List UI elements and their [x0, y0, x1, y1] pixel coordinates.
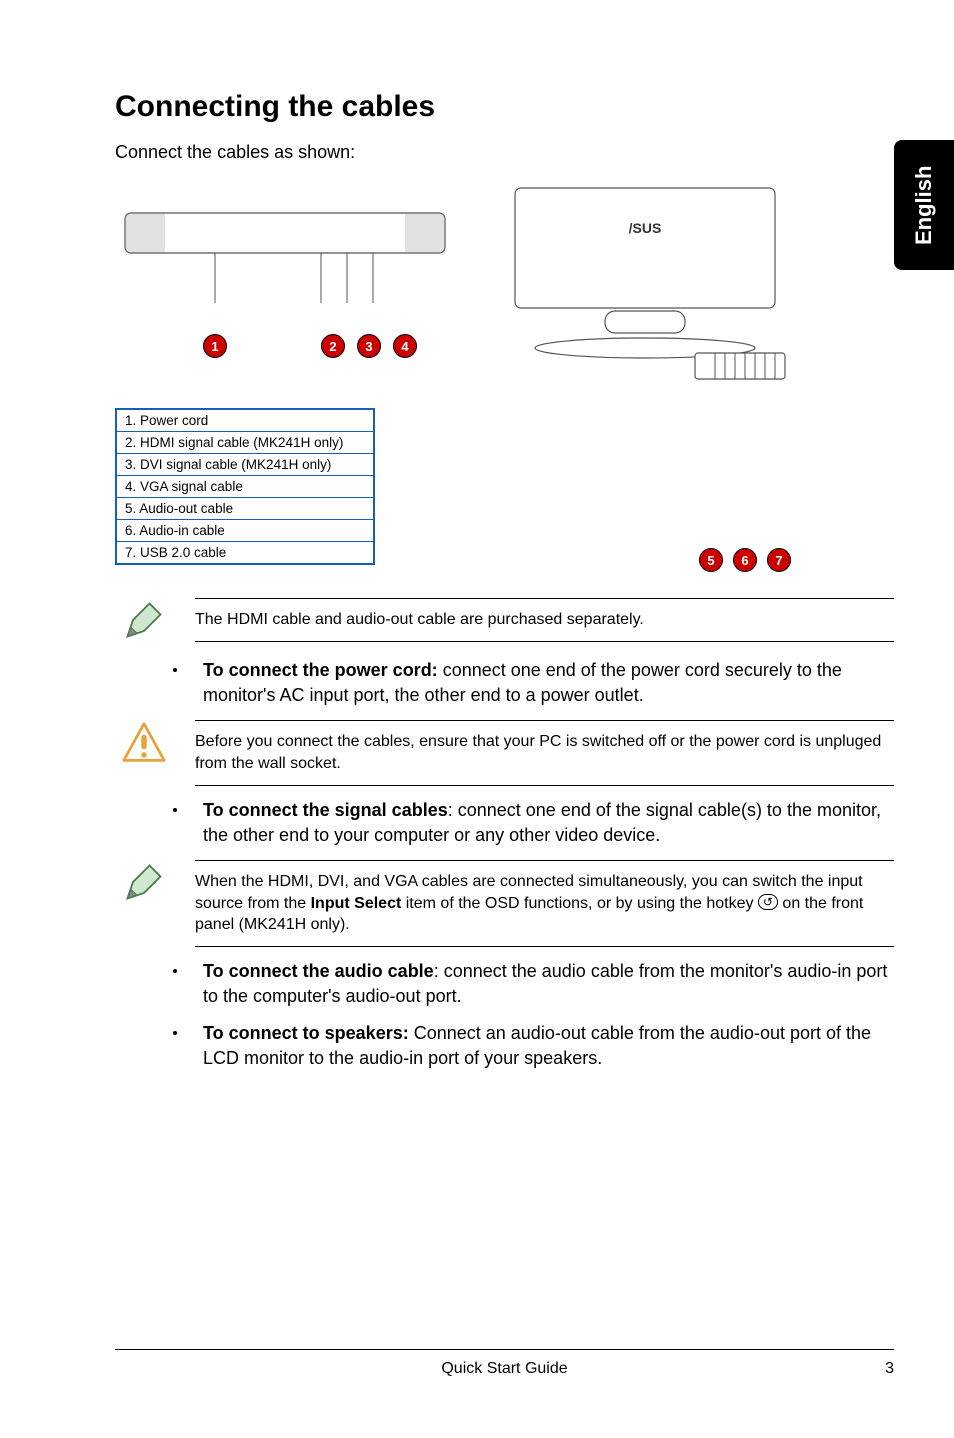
callout-5: 5 [699, 548, 723, 572]
footer-title: Quick Start Guide [441, 1360, 567, 1378]
pencil-icon [122, 598, 166, 642]
bullet-bold: To connect the signal cables [203, 800, 448, 820]
legend-row: 1. Power cord [117, 410, 373, 432]
callout-1: 1 [203, 334, 227, 358]
svg-text:/SUS: /SUS [629, 220, 662, 236]
note-input-select: When the HDMI, DVI, and VGA cables are c… [115, 860, 894, 947]
monitor-front-illustration: /SUS [495, 183, 795, 383]
diagram-monitor-rear: 1 2 3 4 1. Power cord 2. HDMI signal cab… [115, 183, 455, 565]
bullet-bold: To connect the audio cable [203, 961, 434, 981]
bullet-dot-icon [173, 808, 177, 812]
footer-page-number: 3 [885, 1360, 894, 1378]
warning-text: Before you connect the cables, ensure th… [195, 720, 894, 785]
bullet-bold: To connect to speakers: [203, 1023, 409, 1043]
callout-2: 2 [321, 334, 345, 358]
legend-row: 5. Audio-out cable [117, 498, 373, 520]
language-tab: English [894, 140, 954, 270]
bullet-dot-icon [173, 668, 177, 672]
legend-row: 6. Audio-in cable [117, 520, 373, 542]
note-text: When the HDMI, DVI, and VGA cables are c… [195, 860, 894, 947]
bullet-speakers: To connect to speakers: Connect an audio… [173, 1021, 894, 1071]
bullet-dot-icon [173, 969, 177, 973]
legend-row: 4. VGA signal cable [117, 476, 373, 498]
input-hotkey-icon: ↺ [758, 894, 778, 910]
legend-row: 2. HDMI signal cable (MK241H only) [117, 432, 373, 454]
callout-7: 7 [767, 548, 791, 572]
intro-text: Connect the cables as shown: [115, 142, 894, 163]
note-text: The HDMI cable and audio-out cable are p… [195, 598, 894, 642]
bullet-bold: To connect the power cord: [203, 660, 438, 680]
bullet-signal-cables: To connect the signal cables: connect on… [173, 798, 894, 848]
callout-6: 6 [733, 548, 757, 572]
callout-3: 3 [357, 334, 381, 358]
pencil-icon [122, 860, 166, 904]
note-hdmi-separate: The HDMI cable and audio-out cable are p… [115, 598, 894, 642]
page-footer: Quick Start Guide 3 [115, 1349, 894, 1378]
bullet-audio-cable: To connect the audio cable: connect the … [173, 959, 894, 1009]
callout-4: 4 [393, 334, 417, 358]
note-part-b: item of the OSD functions, or by using t… [401, 895, 758, 912]
page-heading: Connecting the cables [115, 90, 894, 124]
diagram-row: 1 2 3 4 1. Power cord 2. HDMI signal cab… [115, 183, 894, 572]
monitor-rear-illustration [115, 183, 455, 323]
diagram-monitor-front: /SUS 5 6 7 [495, 183, 795, 572]
bullet-dot-icon [173, 1031, 177, 1035]
callout-row-left: 1 2 3 4 [115, 334, 455, 358]
bullet-power-cord: To connect the power cord: connect one e… [173, 658, 894, 708]
warning-power-off: Before you connect the cables, ensure th… [115, 720, 894, 785]
legend-table: 1. Power cord 2. HDMI signal cable (MK24… [115, 408, 375, 565]
legend-row: 3. DVI signal cable (MK241H only) [117, 454, 373, 476]
warning-icon [122, 720, 166, 764]
legend-row: 7. USB 2.0 cable [117, 542, 373, 563]
callout-row-right: 5 6 7 [495, 548, 795, 572]
note-bold: Input Select [311, 895, 402, 912]
